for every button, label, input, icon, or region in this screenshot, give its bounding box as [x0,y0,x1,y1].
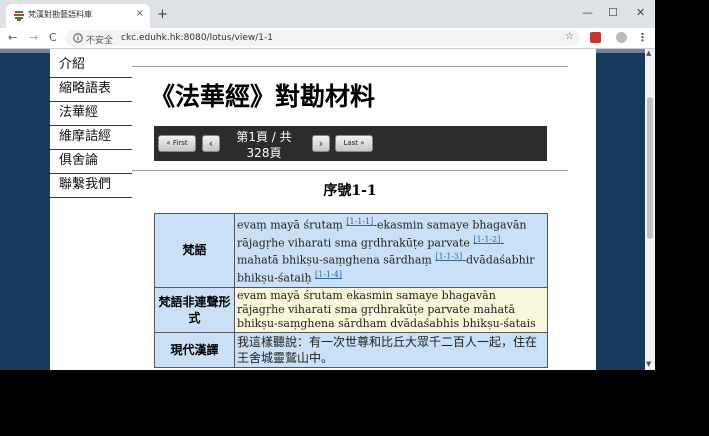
comparison-table: 梵語 evaṃ mayā śrutaṃ [1-1-1]-ekasmin sama… [154,213,548,368]
sanskrit-segment: evaṃ mayā śrutaṃ [237,218,347,232]
sanskrit-text: evaṃ mayā śrutaṃ [1-1-1]-ekasmin samaye … [235,214,547,287]
maximize-button[interactable]: ☐ [608,6,618,19]
divider [132,170,568,171]
back-arrow-icon[interactable]: ← [8,31,17,44]
reload-icon[interactable]: C [49,31,57,44]
close-window-button[interactable]: ✕ [636,6,645,19]
table-row: 梵語非連聲形式 evam mayā śrutam ekasmin samaye … [155,287,547,333]
sanskrit-unsandhied-text: evam mayā śrutam ekasmin samaye bhagavān… [235,287,547,332]
menu-dots-icon[interactable]: ⋮ [637,31,648,44]
scroll-down-arrow-icon[interactable]: ▼ [646,360,651,368]
page-indicator: 第1頁 / 共328頁 [236,130,292,160]
vertical-scrollbar[interactable]: ▲ ▼ [645,49,655,370]
next-page-button[interactable]: › [312,135,330,152]
tab-bar: 梵漢對勘藝語料庫 × + — ☐ ✕ [0,0,655,28]
first-page-button[interactable]: « First [158,135,196,152]
address-bar[interactable]: 不安全 ckc.eduhk.hk:8080/lotus/view/1-1 ☆ [65,30,580,46]
url-text[interactable]: ckc.eduhk.hk:8080/lotus/view/1-1 [121,33,273,43]
tab-title: 梵漢對勘藝語料庫 [28,10,92,19]
footnote-link[interactable]: [1-1-4] [315,270,342,279]
footnote-link[interactable]: [1-1-3] [435,252,462,261]
sidebar-item-vimalakirti[interactable]: 維摩詰經 [50,126,132,150]
divider [132,66,568,67]
page-content: 介紹 縮略語表 法華經 維摩詰經 俱舍論 聯繫我們 《法華經》對勘材料 « Fi… [50,49,596,370]
page-viewport: 介紹 縮略語表 法華經 維摩詰經 俱舍論 聯繫我們 《法華經》對勘材料 « Fi… [0,49,655,370]
row-label: 梵語 [155,214,235,287]
footnote-link[interactable]: [1-1-1] [346,217,373,226]
chinese-translation-text: 我這樣聽說：有一次世尊和比丘大眾千二百人一起，住在王舍城靈鷲山中。 [235,332,547,367]
row-label: 現代漢譯 [155,332,235,367]
sidebar-item-intro[interactable]: 介紹 [50,54,132,78]
browser-window: 梵漢對勘藝語料庫 × + — ☐ ✕ ← → C 不安全 ckc.eduhk.h… [0,0,655,370]
scroll-up-arrow-icon[interactable]: ▲ [646,49,651,57]
pdf-extension-icon[interactable] [590,32,601,43]
sidebar-item-abhidharmakosa[interactable]: 俱舍論 [50,150,132,174]
prev-page-button[interactable]: ‹ [202,135,220,152]
pagination-bar: « First ‹ 第1頁 / 共328頁 › Last » [154,126,547,161]
tab-close-icon[interactable]: × [136,8,144,19]
sidebar: 介紹 縮略語表 法華經 維摩詰經 俱舍論 聯繫我們 [50,54,132,198]
forward-arrow-icon[interactable]: → [29,31,38,44]
site-favicon-icon [14,11,24,21]
sidebar-item-abbreviations[interactable]: 縮略語表 [50,78,132,102]
bookmark-star-icon[interactable]: ☆ [565,31,574,42]
minimize-button[interactable]: — [582,6,593,19]
row-label: 梵語非連聲形式 [155,287,235,332]
table-row: 梵語 evaṃ mayā śrutaṃ [1-1-1]-ekasmin sama… [155,214,547,288]
new-tab-button[interactable]: + [157,8,168,21]
serial-number: 序號1-1 [323,183,377,199]
footnote-link[interactable]: [1-1-2] [473,235,500,244]
security-label: 不安全 [86,36,114,46]
page-title: 《法華經》對勘材料 [150,82,376,111]
last-page-button[interactable]: Last » [335,135,373,152]
scrollbar-thumb[interactable] [647,97,653,239]
profile-avatar-icon[interactable] [616,32,627,43]
table-row: 現代漢譯 我這樣聽說：有一次世尊和比丘大眾千二百人一起，住在王舍城靈鷲山中。 [155,332,547,367]
sidebar-item-lotus-sutra[interactable]: 法華經 [50,102,132,126]
browser-tab[interactable]: 梵漢對勘藝語料庫 × [6,4,150,28]
info-icon[interactable] [73,33,83,43]
browser-toolbar: ← → C 不安全 ckc.eduhk.hk:8080/lotus/view/1… [0,28,655,49]
